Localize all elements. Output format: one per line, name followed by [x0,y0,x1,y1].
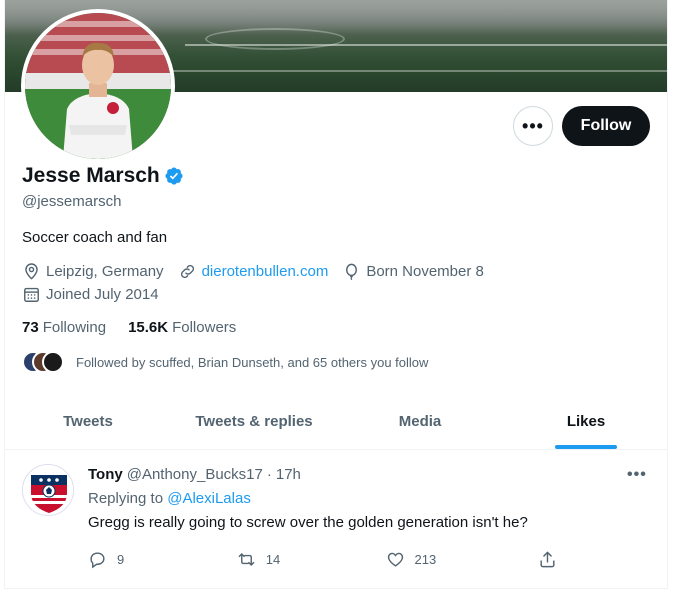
follow-counts: 73 Following 15.6K Followers [22,319,258,336]
banner-field-circle [205,28,345,50]
profile-bio: Soccer coach and fan [22,229,168,246]
us-soccer-crest-icon [23,465,73,515]
followers-link[interactable]: 15.6K Followers [128,319,236,336]
tweet-separator: · [266,466,272,483]
tweet-header: Tony @Anthony_Bucks17 · 17h [88,466,301,483]
follow-button[interactable]: Follow [562,106,650,146]
banner-field-line [155,70,667,72]
profile-joined-row: Joined July 2014 [22,285,173,304]
tweet[interactable]: Tony @Anthony_Bucks17 · 17h ••• Replying… [5,450,667,589]
followers-count: 15.6K [128,319,169,336]
tweet-actions: 9 14 213 [88,550,568,569]
following-label: Following [42,319,107,336]
like-icon [387,552,403,567]
avatar-image [25,13,171,159]
birthday-text: Born November 8 [366,263,484,280]
link-icon [180,264,194,279]
tab-media[interactable]: Media [337,394,503,449]
following-link[interactable]: 73 Following [22,319,106,336]
tweet-text: Gregg is really going to screw over the … [88,514,528,531]
followed-by-row[interactable]: Followed by scuffed, Brian Dunseth, and … [22,351,428,373]
profile-meta-row: Leipzig, Germany dierotenbullen.com Born… [22,262,498,281]
replying-to-link[interactable]: @AlexiLalas [167,490,251,507]
tweet-author-avatar[interactable] [22,464,74,516]
profile-page: ••• Follow Jesse Marsch @jessemarsch Soc… [4,0,668,589]
location-text: Leipzig, Germany [46,263,164,280]
retweet-icon [238,553,255,566]
followed-by-avatars [22,351,66,373]
verified-badge-icon[interactable] [164,166,184,186]
followed-by-text: Followed by scuffed, Brian Dunseth, and … [76,354,429,370]
tab-likes[interactable]: Likes [503,394,667,449]
tab-tweets[interactable]: Tweets [5,394,171,449]
reply-count: 9 [117,552,125,567]
tweet-author-handle[interactable]: @Anthony_Bucks17 [127,466,263,483]
more-options-button[interactable]: ••• [513,106,553,146]
tweet-replying-to: Replying to @AlexiLalas [88,490,251,507]
follower-avatar [42,351,64,373]
profile-avatar[interactable] [21,9,175,163]
tab-tweets-replies[interactable]: Tweets & replies [171,394,337,449]
reply-icon [90,552,105,569]
retweet-button[interactable]: 14 [237,550,386,569]
replying-prefix: Replying to [88,490,164,507]
share-button[interactable] [538,550,568,569]
retweet-count: 14 [265,552,281,567]
followers-label: Followers [172,319,237,336]
tweet-author-name[interactable]: Tony [88,466,123,483]
tweet-more-icon[interactable]: ••• [627,466,647,484]
profile-joined: Joined July 2014 [22,285,159,304]
profile-birthday: Born November 8 [342,262,484,281]
profile-website[interactable]: dierotenbullen.com [178,262,329,281]
following-count: 73 [22,319,39,336]
like-button[interactable]: 213 [386,550,535,569]
profile-name: Jesse Marsch [22,164,160,187]
banner-field-line [185,44,667,46]
calendar-icon [24,287,39,302]
joined-text: Joined July 2014 [46,286,159,303]
profile-tabs: Tweets Tweets & replies Media Likes [5,394,667,450]
like-count: 213 [414,552,437,567]
balloon-icon [346,263,358,281]
tweet-timestamp[interactable]: 17h [276,466,301,483]
profile-name-row: Jesse Marsch [22,164,184,188]
share-icon [540,551,555,568]
reply-button[interactable]: 9 [88,550,237,569]
location-icon [25,263,38,280]
profile-handle: @jessemarsch [22,193,122,210]
profile-location: Leipzig, Germany [22,262,164,281]
website-link[interactable]: dierotenbullen.com [202,263,329,280]
